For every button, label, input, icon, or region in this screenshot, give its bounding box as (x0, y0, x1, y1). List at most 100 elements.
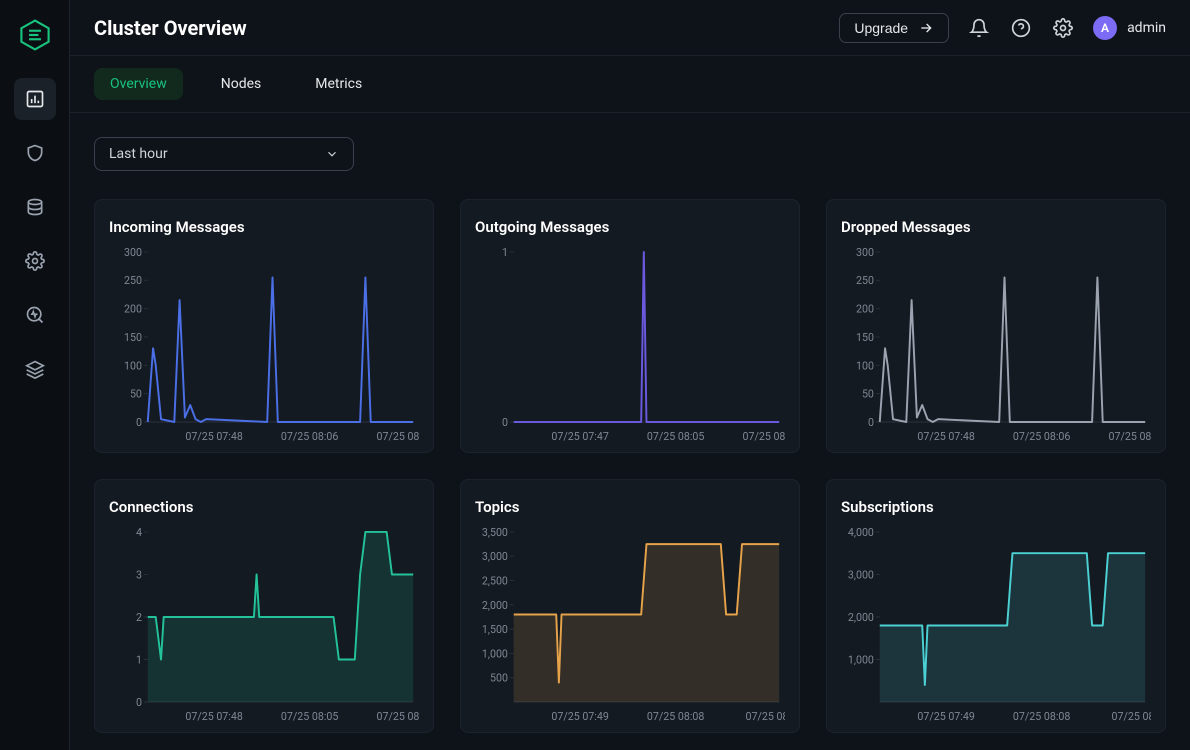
time-range-select[interactable]: Last hour (94, 137, 354, 171)
svg-text:250: 250 (124, 274, 142, 287)
settings-button[interactable] (1051, 16, 1075, 40)
chart-card-topics: Topics5001,0001,5002,0002,5003,0003,5000… (460, 479, 800, 733)
alarm-button[interactable] (967, 16, 991, 40)
chevron-down-icon (325, 147, 339, 161)
search-pulse-icon (25, 305, 45, 325)
svg-text:07/25 08:06: 07/25 08:06 (1013, 430, 1070, 443)
svg-text:4,000: 4,000 (848, 526, 874, 539)
help-button[interactable] (1009, 16, 1033, 40)
chart-title: Outgoing Messages (475, 218, 785, 236)
bell-icon (969, 18, 989, 38)
user-name: admin (1127, 20, 1166, 36)
svg-text:07/25 08:05: 07/25 08:05 (281, 710, 338, 723)
nav-integration[interactable] (14, 186, 56, 228)
svg-text:0: 0 (502, 416, 508, 429)
svg-text:200: 200 (856, 302, 874, 315)
svg-text:50: 50 (862, 388, 874, 401)
chart-dropped: 05010015020025030007/25 07:4807/25 08:06… (841, 246, 1151, 444)
time-range-label: Last hour (109, 146, 168, 162)
nav-diagnose[interactable] (14, 294, 56, 336)
svg-text:07/25 08:06: 07/25 08:06 (281, 430, 338, 443)
chart-topics: 5001,0001,5002,0002,5003,0003,50007/25 0… (475, 526, 785, 724)
layers-icon (25, 359, 45, 379)
user-menu[interactable]: A admin (1093, 16, 1166, 40)
chart-connections: 0 1 2 3 4 07/25 07:48 07/25 08:05 07/25 08:22 (109, 526, 419, 724)
svg-text:2,000: 2,000 (482, 599, 508, 612)
tab-nodes[interactable]: Nodes (205, 68, 278, 100)
svg-text:07/25 08:2: 07/25 08:2 (1111, 710, 1151, 723)
page-title: Cluster Overview (94, 16, 247, 40)
svg-text:07/25 07:47: 07/25 07:47 (551, 430, 608, 443)
chart-outgoing: 0 1 07/25 07:47 07/25 08:05 07/25 08:22 (475, 246, 785, 444)
svg-text:200: 200 (124, 302, 142, 315)
svg-text:3,000: 3,000 (482, 550, 508, 563)
nav-extensions[interactable] (14, 348, 56, 390)
svg-text:100: 100 (856, 359, 874, 372)
chart-subscriptions: 1,000 2,000 3,000 4,000 07/25 07:49 07/25 08:… (841, 526, 1151, 724)
gear-icon (25, 251, 45, 271)
content: Last hour Incoming Messages0501001502002… (70, 113, 1190, 750)
logo-icon (18, 18, 52, 52)
nav-monitoring[interactable] (14, 78, 56, 120)
svg-text:0: 0 (868, 416, 874, 429)
chart-title: Dropped Messages (841, 218, 1151, 236)
svg-text:1,000: 1,000 (482, 647, 508, 660)
app-logo (14, 14, 56, 56)
svg-text:07/25 08:22: 07/25 08:22 (376, 710, 419, 723)
shield-icon (25, 143, 45, 163)
bar-chart-icon (25, 89, 45, 109)
chart-incoming: 0 50 100 150 200 250 300 07/25 07:48 07/25 08:06… (109, 246, 419, 444)
svg-text:1: 1 (136, 653, 142, 666)
svg-text:07/25 08:05: 07/25 08:05 (647, 430, 704, 443)
svg-text:07/25 07:49: 07/25 07:49 (917, 710, 974, 723)
svg-text:0: 0 (136, 696, 142, 709)
chart-title: Connections (109, 498, 419, 516)
chart-title: Subscriptions (841, 498, 1151, 516)
topbar-right: Upgrade A admin (839, 13, 1166, 43)
chart-title: Topics (475, 498, 785, 516)
chart-card-subscriptions: Subscriptions 1,000 2,000 3,000 4,000 07/25 0… (826, 479, 1166, 733)
svg-text:1,000: 1,000 (848, 653, 874, 666)
svg-text:07/25 07:48: 07/25 07:48 (185, 430, 242, 443)
chart-grid: Incoming Messages05010015020025030007/25… (94, 199, 1166, 733)
svg-text:07/25 07:49: 07/25 07:49 (551, 710, 608, 723)
tabs: Overview Nodes Metrics (70, 56, 1190, 113)
upgrade-label: Upgrade (854, 20, 908, 36)
gear-icon (1053, 18, 1073, 38)
svg-text:07/25 08:08: 07/25 08:08 (647, 710, 704, 723)
svg-text:3,500: 3,500 (482, 526, 508, 539)
nav-access-control[interactable] (14, 132, 56, 174)
svg-text:07/25 08:22: 07/25 08:22 (742, 430, 785, 443)
svg-text:0: 0 (136, 416, 142, 429)
svg-text:500: 500 (490, 672, 508, 685)
database-icon (25, 197, 45, 217)
chart-card-incoming: Incoming Messages 0 50 100 150 200 250 300 07/25… (94, 199, 434, 453)
tab-overview[interactable]: Overview (94, 68, 183, 100)
svg-text:100: 100 (124, 359, 142, 372)
svg-text:2,000: 2,000 (848, 611, 874, 624)
chart-title: Incoming Messages (109, 218, 419, 236)
help-icon (1011, 18, 1031, 38)
chart-card-dropped: Dropped Messages05010015020025030007/25 … (826, 199, 1166, 453)
upgrade-button[interactable]: Upgrade (839, 13, 949, 43)
svg-text:07/25 07:48: 07/25 07:48 (917, 430, 974, 443)
svg-text:300: 300 (124, 246, 142, 259)
svg-text:07/25 07:48: 07/25 07:48 (185, 710, 242, 723)
svg-text:3: 3 (136, 568, 142, 581)
svg-text:150: 150 (124, 331, 142, 344)
tab-metrics[interactable]: Metrics (299, 68, 378, 100)
svg-text:07/25 08:22: 07/25 08:22 (376, 430, 419, 443)
svg-text:50: 50 (130, 388, 142, 401)
svg-text:300: 300 (856, 246, 874, 259)
svg-text:2: 2 (136, 611, 142, 624)
svg-text:1: 1 (502, 246, 508, 259)
nav-management[interactable] (14, 240, 56, 282)
svg-text:1,500: 1,500 (482, 623, 508, 636)
svg-text:4: 4 (136, 526, 142, 539)
svg-text:250: 250 (856, 274, 874, 287)
svg-text:3,000: 3,000 (848, 568, 874, 581)
chart-card-connections: Connections 0 1 2 3 4 07/25 07:48 07/25 08:05 07… (94, 479, 434, 733)
avatar: A (1093, 16, 1117, 40)
svg-text:07/25 08:22: 07/25 08:22 (1108, 430, 1151, 443)
svg-text:07/25 08:2: 07/25 08:2 (745, 710, 785, 723)
